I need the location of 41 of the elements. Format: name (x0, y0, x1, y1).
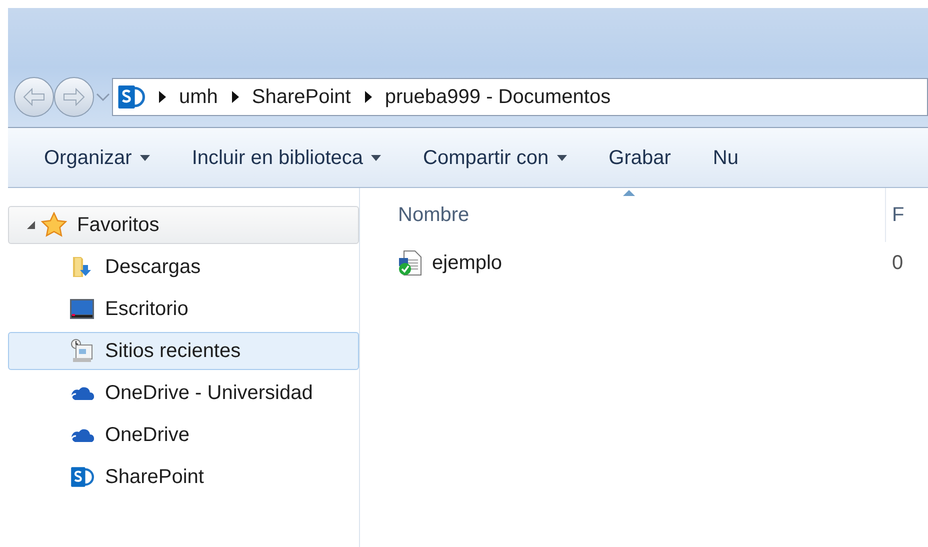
chevron-right-icon (159, 91, 167, 103)
history-dropdown-icon[interactable] (96, 93, 110, 101)
column-header[interactable]: Nombre (360, 188, 886, 242)
forward-button[interactable] (54, 77, 94, 117)
sidebar-item[interactable]: Favoritos (8, 206, 359, 244)
expanded-icon (27, 221, 35, 229)
breadcrumb-item[interactable]: umh (179, 82, 218, 112)
sidebar-item[interactable]: SharePoint (8, 458, 359, 496)
sidebar-item[interactable]: OneDrive - Universidad (8, 374, 359, 412)
caret-icon (140, 154, 150, 160)
breadcrumb-item[interactable]: prueba999 - Documentos (384, 82, 611, 112)
sidebar-item[interactable]: Descargas (8, 248, 359, 286)
chevron-right-icon (232, 91, 240, 103)
arrow-left-icon (23, 88, 45, 106)
folder-download-icon (71, 255, 93, 279)
desktop-icon (70, 299, 94, 319)
toolbar-button[interactable]: Grabar (608, 142, 671, 172)
file-name[interactable]: ejemplo (432, 248, 502, 278)
address-bar[interactable]: umh SharePoint prueba999 - Documentos (112, 78, 928, 116)
table-cell-text: 0 (891, 251, 904, 276)
recent-places-icon (70, 339, 94, 363)
toolbar-button[interactable]: Nu (712, 142, 738, 172)
sidebar-item[interactable]: Escritorio (8, 290, 359, 328)
chevron-right-icon (364, 91, 373, 103)
sharepoint-icon (70, 465, 94, 489)
sidebar-item[interactable]: Sitios recientes (8, 332, 359, 370)
sharepoint-icon (117, 83, 145, 111)
sort-ascending-icon (622, 190, 634, 196)
sidebar-item[interactable]: OneDrive (8, 416, 359, 454)
back-button[interactable] (14, 77, 54, 117)
cloud-icon (70, 385, 94, 401)
column-header[interactable]: F (886, 188, 928, 242)
breadcrumb-item[interactable]: SharePoint (252, 82, 351, 112)
star-icon (41, 212, 67, 238)
caret-icon (556, 154, 567, 160)
toolbar-button[interactable]: Incluir en biblioteca (192, 142, 382, 172)
toolbar-button[interactable]: Compartir con (423, 142, 567, 172)
cloud-icon (70, 427, 94, 443)
arrow-right-icon (63, 88, 85, 106)
caret-icon (371, 154, 382, 160)
toolbar-button[interactable]: Organizar (44, 142, 150, 172)
